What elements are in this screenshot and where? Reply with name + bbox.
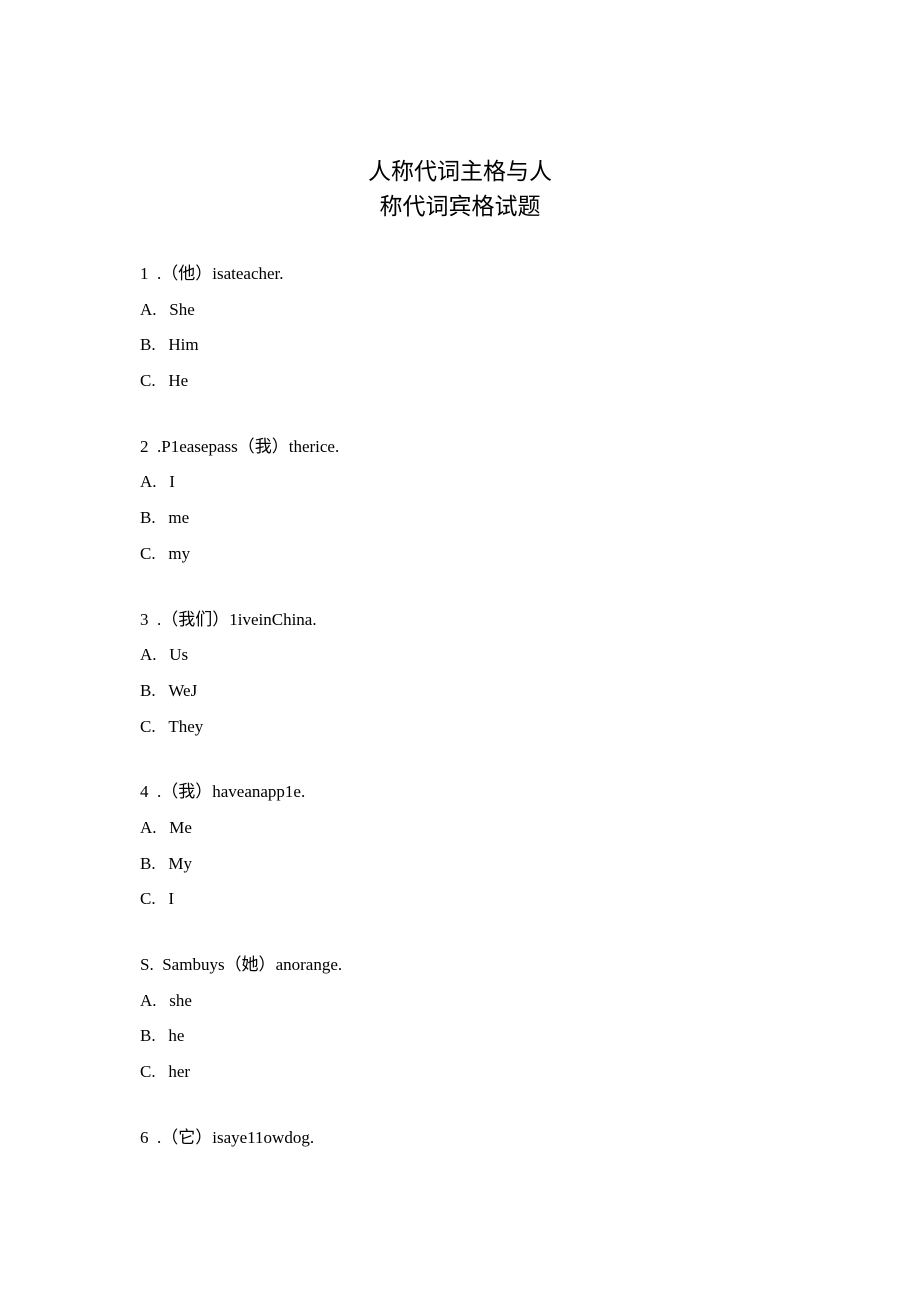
choice-b: B. Him (140, 327, 780, 363)
question-sentence: isateacher. (212, 264, 283, 283)
choice-c: C. her (140, 1054, 780, 1090)
question-6: 6 .（它）isaye11owdog. (140, 1120, 780, 1156)
question-6-stem: 6 .（它）isaye11owdog. (140, 1120, 780, 1156)
question-number: 2 (140, 437, 149, 456)
choice-label: B. (140, 335, 156, 354)
choice-text: I (169, 472, 175, 491)
choice-text: Us (169, 645, 188, 664)
question-prefix: Sambuys (162, 955, 224, 974)
question-hint: （我） (238, 437, 289, 456)
choice-label: B. (140, 1026, 156, 1045)
choice-label: C. (140, 371, 156, 390)
choice-c: C. my (140, 536, 780, 572)
question-2-stem: 2 .P1easepass（我）therice. (140, 429, 780, 465)
choice-a: A. I (140, 464, 780, 500)
worksheet-title: 人称代词主格与人 称代词宾格试题 (140, 155, 780, 224)
choice-c: C. He (140, 363, 780, 399)
choice-b: B. My (140, 846, 780, 882)
choice-text: He (168, 371, 188, 390)
choice-label: A. (140, 645, 157, 664)
title-line-1: 人称代词主格与人 (368, 159, 552, 184)
question-suffix: therice. (289, 437, 340, 456)
choice-label: C. (140, 1062, 156, 1081)
question-3-stem: 3 .（我们）1iveinChina. (140, 602, 780, 638)
question-sentence: 1iveinChina. (229, 610, 316, 629)
question-2: 2 .P1easepass（我）therice. A. I B. me C. m… (140, 429, 780, 572)
choice-text: They (168, 717, 203, 736)
question-1: 1 .（他）isateacher. A. She B. Him C. He (140, 256, 780, 399)
question-5-stem: S. Sambuys（她）anorange. (140, 947, 780, 983)
choice-a: A. she (140, 983, 780, 1019)
choice-label: A. (140, 818, 157, 837)
choice-text: she (169, 991, 192, 1010)
choice-a: A. She (140, 292, 780, 328)
title-line-2: 称代词宾格试题 (380, 194, 541, 219)
choice-text: me (168, 508, 189, 527)
question-sentence: isaye11owdog. (212, 1128, 314, 1147)
question-hint: （她） (225, 955, 276, 974)
choice-text: She (169, 300, 195, 319)
question-3: 3 .（我们）1iveinChina. A. Us B. WeJ C. They (140, 602, 780, 745)
question-4-stem: 4 .（我）haveanapp1e. (140, 774, 780, 810)
question-suffix: anorange. (276, 955, 343, 974)
question-hint: （他） (161, 264, 212, 283)
choice-text: Him (168, 335, 198, 354)
choice-text: he (168, 1026, 184, 1045)
choice-text: WeJ (168, 681, 197, 700)
choice-label: A. (140, 300, 157, 319)
choice-a: A. Me (140, 810, 780, 846)
choice-b: B. WeJ (140, 673, 780, 709)
choice-label: B. (140, 681, 156, 700)
choice-label: B. (140, 508, 156, 527)
question-5: S. Sambuys（她）anorange. A. she B. he C. h… (140, 947, 780, 1090)
question-prefix: P1easepass (161, 437, 237, 456)
choice-text: my (168, 544, 190, 563)
choice-label: A. (140, 991, 157, 1010)
question-1-stem: 1 .（他）isateacher. (140, 256, 780, 292)
choice-text: Me (169, 818, 192, 837)
choice-c: C. They (140, 709, 780, 745)
choice-b: B. me (140, 500, 780, 536)
question-hint: （它） (161, 1128, 212, 1147)
question-hint: （我） (161, 782, 212, 801)
choice-label: A. (140, 472, 157, 491)
choice-b: B. he (140, 1018, 780, 1054)
choice-text: I (168, 889, 174, 908)
question-4: 4 .（我）haveanapp1e. A. Me B. My C. I (140, 774, 780, 917)
question-sentence: haveanapp1e. (212, 782, 305, 801)
choice-label: C. (140, 889, 156, 908)
question-number: 6 (140, 1128, 149, 1147)
choice-text: her (168, 1062, 190, 1081)
question-number: 4 (140, 782, 149, 801)
choice-label: B. (140, 854, 156, 873)
choice-a: A. Us (140, 637, 780, 673)
question-hint: （我们） (161, 610, 229, 629)
question-number: 3 (140, 610, 149, 629)
choice-label: C. (140, 544, 156, 563)
question-number: S. (140, 955, 154, 974)
choice-c: C. I (140, 881, 780, 917)
choice-label: C. (140, 717, 156, 736)
choice-text: My (168, 854, 192, 873)
question-number: 1 (140, 264, 149, 283)
